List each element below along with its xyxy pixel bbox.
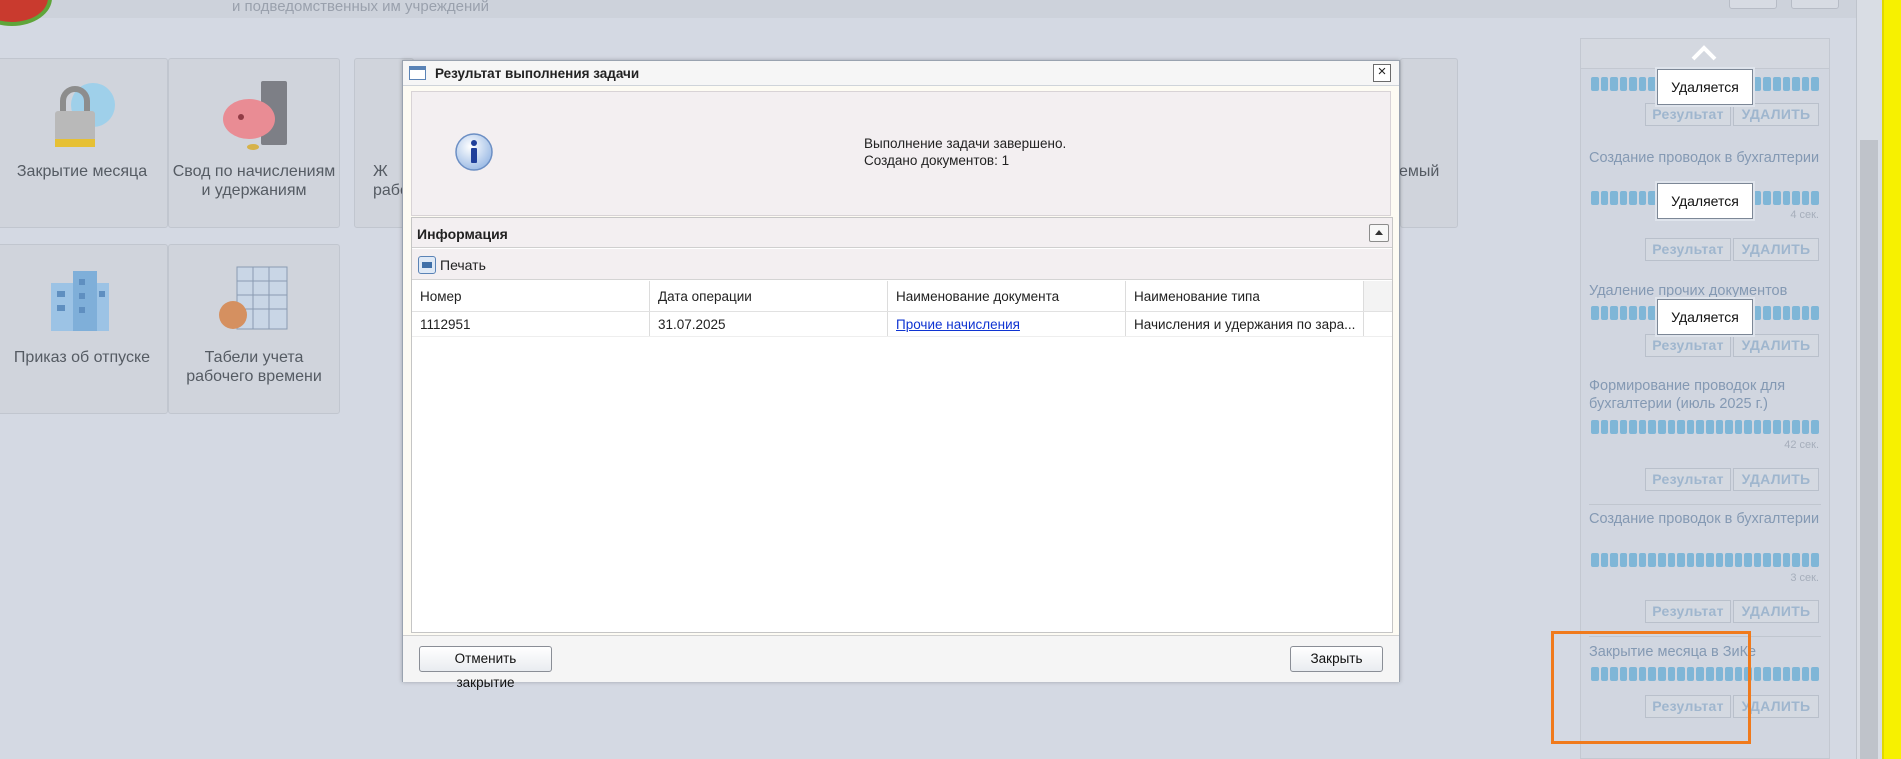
tile-label: Свод по начислениям и удержаниям	[172, 163, 336, 199]
annotation-highlight	[1551, 631, 1751, 744]
message-text: Выполнение задачи завершено. Создано док…	[864, 136, 1067, 168]
window-icon	[409, 66, 426, 80]
grid-header: Номер Дата операции Наименование докумен…	[412, 281, 1392, 312]
task-title: Удаление прочих документов	[1589, 283, 1788, 299]
task-duration: 42 сек.	[1784, 439, 1819, 451]
column-header-doc-name[interactable]: Наименование документа	[888, 281, 1126, 311]
collapse-section-button[interactable]	[1369, 224, 1389, 242]
task-title: Создание проводок в бухгалтерии	[1589, 150, 1820, 166]
task-result-dialog: Результат выполнения задачи × Выполнение…	[402, 60, 1400, 690]
close-button[interactable]: Закрыть	[1290, 646, 1383, 672]
task-delete-button[interactable]: УДАЛИТЬ	[1733, 334, 1819, 357]
task-item: Удаление прочих документов Результат УДА…	[1589, 282, 1821, 362]
column-header-number[interactable]: Номер	[412, 281, 650, 311]
task-duration: 3 сек.	[1790, 572, 1819, 584]
printer-icon	[418, 256, 436, 274]
chevron-up-icon	[1691, 45, 1717, 61]
task-progress-bar	[1591, 553, 1819, 567]
task-delete-button[interactable]: УДАЛИТЬ	[1733, 600, 1819, 623]
header-button[interactable]	[1791, 0, 1839, 9]
window-edge	[1882, 0, 1901, 759]
tile-label: Табели учета рабочего времени	[186, 349, 322, 385]
task-item: Создание проводок в бухгалтерии 4 сек. Р…	[1589, 149, 1821, 261]
cell-date: 31.07.2025	[650, 312, 888, 336]
documents-grid: Номер Дата операции Наименование докумен…	[412, 281, 1392, 337]
close-icon[interactable]: ×	[1373, 64, 1391, 82]
tile-month-close[interactable]: Закрытие месяца	[0, 58, 168, 228]
tile-label: Приказ об отпуске	[13, 349, 151, 366]
task-result-button[interactable]: Результат	[1645, 103, 1731, 126]
column-header-filler	[1364, 281, 1392, 311]
print-button[interactable]: Печать	[418, 255, 486, 275]
tile-label: Закрытие месяца	[16, 163, 148, 180]
cell-filler	[1364, 312, 1392, 336]
timesheet-icon	[219, 266, 288, 330]
task-item: Формирование проводок для бухгалтерии (и…	[1589, 377, 1821, 497]
table-row[interactable]: 1112951 31.07.2025 Прочие начисления Нач…	[412, 312, 1392, 337]
task-title: Создание проводок в бухгалтерии	[1589, 511, 1820, 527]
deleting-status: Удаляется	[1657, 183, 1753, 219]
info-section: Информация Печать Номер Дата операции На…	[411, 217, 1393, 633]
task-delete-button[interactable]: УДАЛИТЬ	[1733, 238, 1819, 261]
task-title: Формирование проводок для бухгалтерии (и…	[1589, 378, 1786, 412]
cell-type-name: Начисления и удержания по зара...	[1126, 312, 1364, 336]
building-icon	[51, 271, 109, 331]
column-header-date[interactable]: Дата операции	[650, 281, 888, 311]
logo	[0, 0, 52, 26]
info-section-title: Информация	[417, 226, 508, 242]
tile-vacation-order[interactable]: Приказ об отпуске	[0, 244, 168, 414]
task-delete-button[interactable]: УДАЛИТЬ	[1733, 468, 1819, 491]
tile-label: емый	[1399, 163, 1440, 180]
tile-document[interactable]: емый	[1399, 58, 1458, 228]
dialog-title: Результат выполнения задачи	[435, 66, 640, 81]
info-section-header: Информация	[412, 218, 1392, 248]
message-panel: Выполнение задачи завершено. Создано док…	[411, 91, 1391, 216]
print-label: Печать	[440, 257, 486, 273]
grid-toolbar: Печать	[412, 249, 1392, 280]
task-result-button[interactable]: Результат	[1645, 238, 1731, 261]
deleting-status: Удаляется	[1657, 69, 1753, 105]
task-progress-bar	[1591, 420, 1819, 434]
page-scrollbar[interactable]	[1856, 0, 1882, 759]
task-delete-button[interactable]: УДАЛИТЬ	[1733, 103, 1819, 126]
deleting-status: Удаляется	[1657, 299, 1753, 335]
scrollbar-thumb[interactable]	[1860, 140, 1878, 759]
tile-accruals-summary[interactable]: Свод по начислениям и удержаниям	[168, 58, 340, 228]
piggy-bank-icon	[223, 81, 287, 150]
divider	[1589, 504, 1821, 505]
header-button[interactable]	[1729, 0, 1777, 9]
tile-timesheets[interactable]: Табели учета рабочего времени	[168, 244, 340, 414]
dialog-footer: Отменить закрытие Закрыть	[403, 635, 1399, 690]
task-result-button[interactable]: Результат	[1645, 334, 1731, 357]
collapse-tasks-button[interactable]	[1581, 39, 1829, 69]
cancel-close-button[interactable]: Отменить закрытие	[419, 646, 552, 690]
document-link[interactable]: Прочие начисления	[896, 317, 1020, 332]
cell-doc-name: Прочие начисления	[888, 312, 1126, 336]
task-result-button[interactable]: Результат	[1645, 600, 1731, 623]
task-result-button[interactable]: Результат	[1645, 468, 1731, 491]
task-duration: 4 сек.	[1790, 209, 1819, 221]
cell-number: 1112951	[412, 312, 650, 336]
column-header-type-name[interactable]: Наименование типа	[1126, 281, 1364, 311]
task-item: Создание проводок в бухгалтерии 3 сек. Р…	[1589, 510, 1821, 630]
lock-icon	[55, 83, 115, 147]
org-subtitle: и подведомственных им учреждений	[232, 0, 490, 15]
dialog-titlebar: Результат выполнения задачи ×	[403, 61, 1399, 86]
info-icon	[455, 133, 493, 171]
